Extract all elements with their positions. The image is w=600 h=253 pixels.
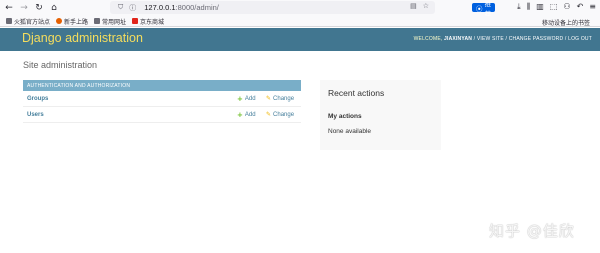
recent-actions-title: Recent actions xyxy=(328,88,385,98)
admin-header: Django administration WELCOME, JIAXINYAN… xyxy=(0,28,600,51)
undo-icon[interactable]: ↶ xyxy=(577,2,584,12)
bookmark-item[interactable]: 京东商城 xyxy=(132,17,164,26)
address-bar[interactable]: ⛉ ⓘ 127.0.0.1:8000/admin/ ⦿ 推荐 ▤ ☆ xyxy=(110,0,496,18)
pencil-icon: ✎ xyxy=(266,95,272,102)
folder-icon xyxy=(6,18,12,24)
mobile-bookmarks[interactable]: 移动设备上的书签 xyxy=(536,18,590,27)
log-out-link[interactable]: LOG OUT xyxy=(568,36,592,42)
screenshot-icon[interactable]: ⬚ xyxy=(550,2,558,12)
user-tools: WELCOME, JIAXINYAN / VIEW SITE / CHANGE … xyxy=(414,36,592,42)
view-site-link[interactable]: VIEW SITE xyxy=(477,36,504,42)
recent-actions-panel: Recent actions My actions None available xyxy=(320,80,441,150)
site-brand[interactable]: Django administration xyxy=(22,31,143,45)
reader-view-icon[interactable]: ▤ xyxy=(410,2,417,10)
my-actions-heading: My actions xyxy=(328,113,362,120)
download-icon[interactable]: ⤓ xyxy=(517,2,521,12)
bookmark-item[interactable]: 新手上路 xyxy=(56,17,88,26)
table-row: Users + Add ✎ Change xyxy=(23,107,301,123)
reload-icon[interactable]: ↻ xyxy=(33,2,45,14)
users-link[interactable]: Users xyxy=(27,112,44,118)
change-users-button[interactable]: ✎ Change xyxy=(266,111,294,118)
translate-label: 推荐 xyxy=(484,0,492,18)
site-info-icon[interactable]: ⓘ xyxy=(129,3,136,13)
sidebar-icon[interactable]: ▥ xyxy=(536,2,544,12)
bookmark-label: 京东商城 xyxy=(140,19,165,26)
bookmarks-bar: 火狐官方站点 新手上路 常用网址 京东商城 移动设备上的书签 xyxy=(0,16,600,27)
add-label: Add xyxy=(244,95,256,102)
home-icon[interactable]: ⌂ xyxy=(48,2,60,14)
back-arrow-icon[interactable]: ← xyxy=(3,2,15,14)
mobile-bookmarks-label: 移动设备上的书签 xyxy=(541,21,590,27)
forward-arrow-icon[interactable]: → xyxy=(18,2,30,14)
empty-actions-text: None available xyxy=(328,128,372,135)
change-label: Change xyxy=(273,95,295,102)
pencil-icon: ✎ xyxy=(266,111,272,118)
auth-module: AUTHENTICATION AND AUTHORIZATION Groups … xyxy=(23,80,301,123)
shield-icon[interactable]: ⛉ xyxy=(118,3,123,12)
plus-icon: + xyxy=(237,94,243,103)
bookmark-label: 新手上路 xyxy=(64,19,89,26)
username: JIAXINYAN xyxy=(444,36,473,42)
watermark: 知乎 @佳欣 xyxy=(489,222,575,240)
groups-link[interactable]: Groups xyxy=(27,96,48,102)
add-label: Add xyxy=(244,111,256,118)
extension-icon[interactable]: ⚇ xyxy=(563,2,570,12)
module-caption[interactable]: AUTHENTICATION AND AUTHORIZATION xyxy=(23,80,301,91)
bookmark-label: 常用网址 xyxy=(102,19,127,26)
jd-icon xyxy=(132,18,139,24)
add-users-button[interactable]: + Add xyxy=(237,111,256,119)
add-groups-button[interactable]: + Add xyxy=(237,95,256,103)
bookmark-item[interactable]: 火狐官方站点 xyxy=(6,17,50,26)
change-groups-button[interactable]: ✎ Change xyxy=(266,95,294,102)
page-title: Site administration xyxy=(23,60,98,70)
bookmark-item[interactable]: 常用网址 xyxy=(94,17,126,26)
library-icon[interactable]: ⫼ xyxy=(527,2,531,12)
menu-icon[interactable]: ≡ xyxy=(589,2,596,12)
plus-icon: + xyxy=(237,110,243,119)
translate-button[interactable]: ⦿ 推荐 xyxy=(472,0,496,18)
translate-icon: ⦿ xyxy=(476,4,483,13)
url-text[interactable]: 127.0.0.1:8000/admin/ xyxy=(144,3,219,12)
firefox-icon xyxy=(56,18,63,24)
bookmark-star-icon[interactable]: ☆ xyxy=(423,2,429,10)
bookmark-label: 火狐官方站点 xyxy=(14,19,51,26)
welcome-text: WELCOME, xyxy=(413,36,445,42)
folder-icon xyxy=(94,18,101,24)
change-label: Change xyxy=(273,111,295,118)
table-row: Groups + Add ✎ Change xyxy=(23,91,301,107)
browser-toolbar: ← → ↻ ⌂ ⛉ ⓘ 127.0.0.1:8000/admin/ ⦿ 推荐 ▤… xyxy=(0,0,600,18)
change-password-link[interactable]: CHANGE PASSWORD xyxy=(509,36,564,42)
